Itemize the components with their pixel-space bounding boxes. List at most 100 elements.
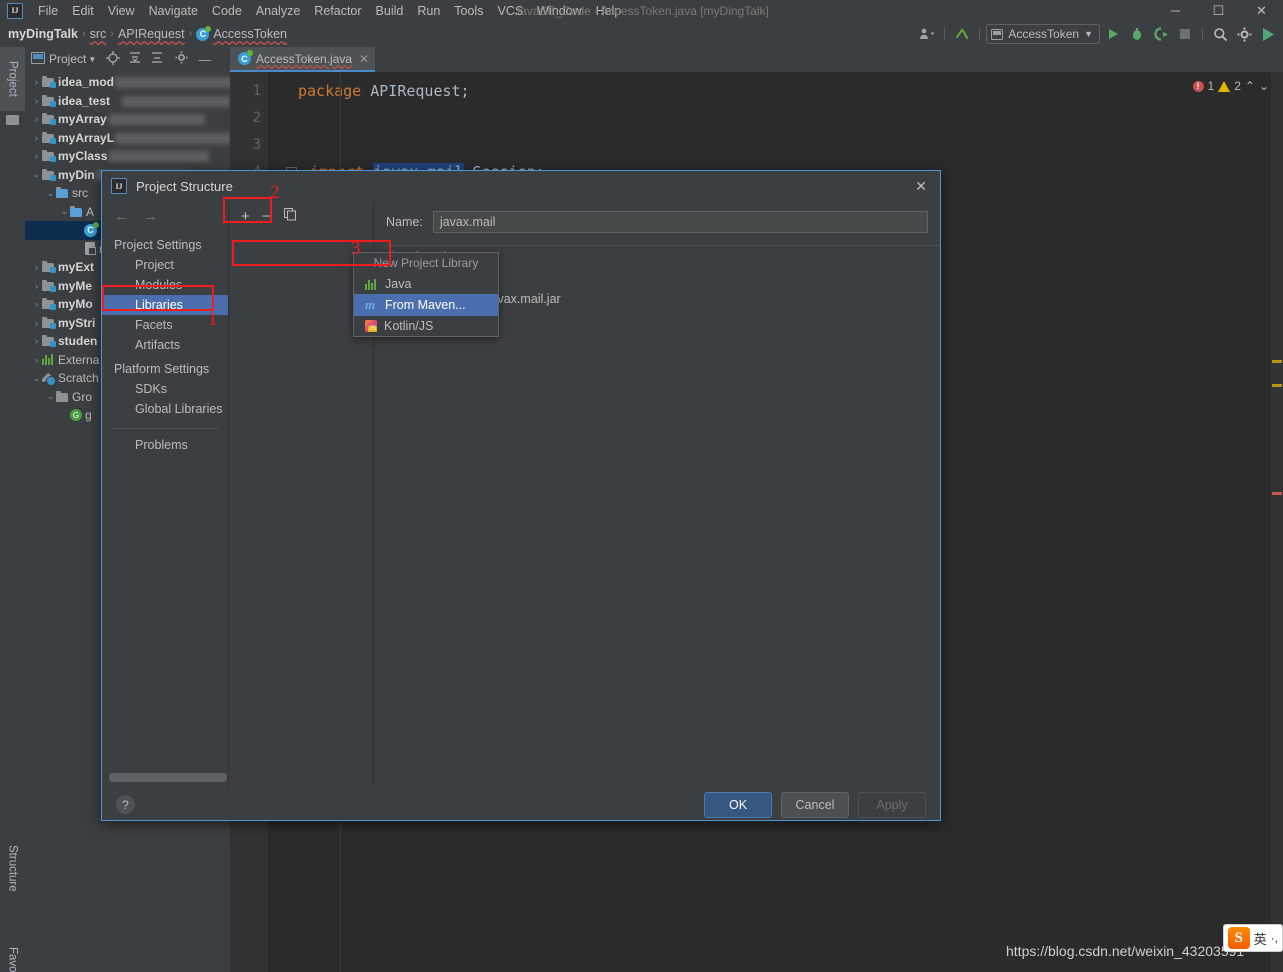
chevron-down-icon[interactable]: ⌄ [45, 188, 56, 199]
breadcrumb-item-src[interactable]: src [90, 27, 107, 41]
chevron-down-icon[interactable]: ⌄ [31, 373, 42, 384]
menu-item-run[interactable]: Run [410, 2, 447, 20]
sidebar-item-artifacts[interactable]: Artifacts [102, 335, 228, 355]
tree-node[interactable]: › myClass [25, 147, 230, 166]
tree-node[interactable]: › idea_mod [25, 73, 234, 92]
new-project-library-popup[interactable]: New Project Library Javam From Maven... Ko… [353, 252, 499, 337]
chevron-right-icon[interactable]: › [31, 281, 42, 291]
error-marker-bar[interactable] [1271, 72, 1283, 972]
chevron-right-icon[interactable]: › [31, 355, 42, 365]
sidebar-item-problems[interactable]: Problems [102, 429, 228, 455]
chevron-right-icon[interactable]: › [31, 133, 42, 143]
popup-item-kotlin-js[interactable]: Kotlin/JS [354, 316, 498, 336]
breadcrumb-item-accesstoken[interactable]: AccessToken [213, 27, 287, 41]
code-line[interactable] [298, 105, 1283, 132]
breadcrumb-item-mydingtalk[interactable]: myDingTalk [8, 27, 78, 41]
editor-marker[interactable] [1272, 492, 1282, 495]
menu-item-build[interactable]: Build [369, 2, 411, 20]
maximize-button[interactable]: ☐ [1197, 0, 1240, 21]
chevron-right-icon[interactable]: › [31, 77, 42, 87]
breadcrumb-item-apirequest[interactable]: APIRequest [118, 27, 185, 41]
copy-icon[interactable] [283, 207, 297, 225]
menu-item-code[interactable]: Code [205, 2, 249, 20]
code-line[interactable]: package APIRequest; [298, 78, 1283, 105]
chevron-down-icon[interactable]: ⌄ [45, 391, 56, 402]
menu-item-refactor[interactable]: Refactor [307, 2, 368, 20]
chevron-down-icon[interactable]: ⌄ [31, 169, 42, 180]
stripe-button-structure[interactable]: Structure [0, 827, 25, 909]
project-structure-dialog[interactable]: IJ Project Structure ✕ ← → Project Setti… [101, 170, 941, 821]
chevron-right-icon[interactable]: › [31, 336, 42, 346]
dialog-close-button[interactable]: ✕ [912, 177, 930, 195]
cancel-button[interactable]: Cancel [781, 791, 849, 818]
horizontal-scrollbar[interactable] [109, 773, 227, 782]
chevron-right-icon[interactable]: › [31, 96, 42, 106]
locate-icon[interactable] [106, 50, 121, 68]
inspection-widget[interactable]: ! 1 2 ⌃ ⌄ [1192, 79, 1269, 93]
chevron-down-icon[interactable]: ⌄ [59, 206, 70, 217]
menu-item-file[interactable]: File [31, 2, 65, 20]
ime-mode-label[interactable]: 英 [1254, 929, 1267, 948]
close-icon[interactable]: ✕ [359, 52, 369, 66]
menu-item-view[interactable]: View [101, 2, 142, 20]
prev-problem-icon[interactable]: ⌃ [1245, 79, 1255, 93]
user-dropdown-icon[interactable] [916, 23, 938, 45]
tree-node[interactable]: › idea_test [25, 92, 230, 111]
code-line[interactable] [298, 132, 1283, 159]
menu-item-tools[interactable]: Tools [447, 2, 490, 20]
chevron-right-icon[interactable]: › [31, 151, 42, 161]
minimize-button[interactable]: ─ [1154, 0, 1197, 21]
menu-item-analyze[interactable]: Analyze [249, 2, 307, 20]
editor-marker[interactable] [1272, 384, 1282, 387]
dialog-settings-nav[interactable]: ← → Project Settings Project Modules Librar… [102, 201, 229, 788]
forward-arrow-icon[interactable]: → [143, 208, 158, 225]
ide-help-icon[interactable] [1257, 23, 1279, 45]
run-coverage-icon[interactable] [1150, 23, 1172, 45]
chevron-down-icon[interactable]: ▼ [1084, 29, 1093, 39]
chevron-right-icon[interactable]: › [31, 262, 42, 272]
sogou-logo-icon[interactable]: S [1227, 927, 1250, 949]
debug-icon[interactable] [1126, 23, 1148, 45]
popup-item-java[interactable]: Java [354, 274, 498, 294]
sidebar-item-modules[interactable]: Modules [102, 275, 228, 295]
ime-menu-icon[interactable]: ·, [1271, 931, 1278, 945]
collapse-all-icon[interactable] [150, 51, 164, 68]
chevron-right-icon[interactable]: › [31, 318, 42, 328]
library-name-input[interactable]: javax.mail [432, 211, 928, 233]
dialog-libraries-list-panel[interactable]: + − New Project Library Java m From Maven.… [229, 201, 499, 788]
expand-all-icon[interactable] [128, 51, 142, 68]
stripe-button-project[interactable]: Project [0, 47, 25, 111]
editor-marker[interactable] [1272, 360, 1282, 363]
tree-node[interactable]: › myArrayL [25, 129, 232, 148]
back-arrow-icon[interactable]: ← [114, 208, 129, 225]
project-view-icon[interactable] [31, 51, 45, 67]
sidebar-item-global-libraries[interactable]: Global Libraries [102, 399, 228, 419]
apply-button[interactable]: Apply [858, 791, 926, 818]
ime-toolbar[interactable]: S 英 ·, [1222, 924, 1283, 952]
popup-item-from-maven[interactable]: m From Maven... [354, 294, 498, 316]
stripe-button-favorites[interactable]: Favorites [0, 927, 25, 972]
run-configuration-selector[interactable]: AccessToken ▼ [986, 24, 1100, 44]
remove-button[interactable]: − [262, 208, 271, 225]
close-button[interactable]: ✕ [1240, 0, 1283, 21]
help-button[interactable]: ? [116, 795, 135, 814]
sidebar-item-project[interactable]: Project [102, 255, 228, 275]
search-icon[interactable] [1209, 23, 1231, 45]
sidebar-item-sdks[interactable]: SDKs [102, 379, 228, 399]
chevron-right-icon[interactable]: › [31, 114, 42, 124]
hide-icon[interactable]: — [198, 52, 211, 67]
gear-icon[interactable] [175, 51, 188, 67]
add-button[interactable]: + [241, 208, 250, 225]
ok-button[interactable]: OK [704, 791, 772, 818]
menu-item-edit[interactable]: Edit [65, 2, 101, 20]
chevron-right-icon[interactable]: › [31, 299, 42, 309]
run-icon[interactable] [1102, 23, 1124, 45]
stop-icon[interactable] [1174, 23, 1196, 45]
tree-node[interactable]: › myArray [25, 110, 230, 129]
next-problem-icon[interactable]: ⌄ [1259, 79, 1269, 93]
gear-icon[interactable] [1233, 23, 1255, 45]
menu-item-navigate[interactable]: Navigate [142, 2, 205, 20]
editor-tab-accesstoken[interactable]: AccessToken.java ✕ [230, 47, 376, 72]
chevron-down-icon[interactable]: ▼ [88, 55, 96, 64]
update-project-icon[interactable] [951, 23, 973, 45]
